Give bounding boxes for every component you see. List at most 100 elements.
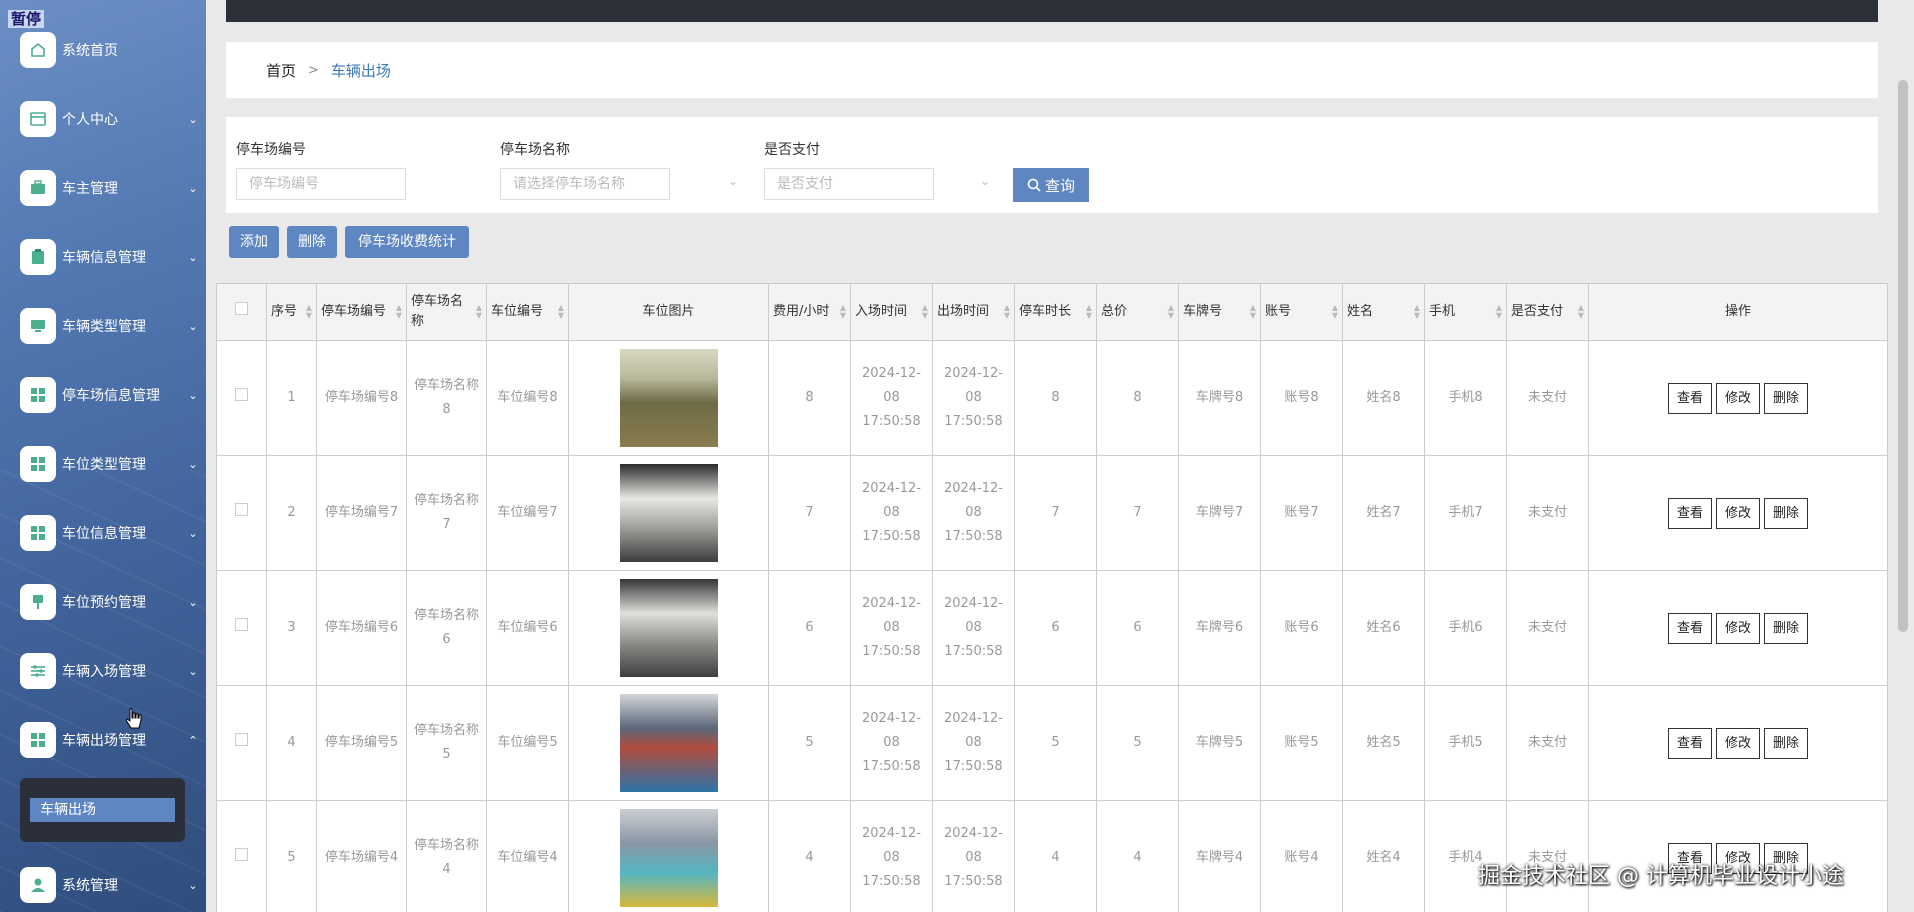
column-header[interactable]: 车位编号 ▲ ▼ [486,283,569,341]
column-header[interactable]: 手机 ▲ ▼ [1424,283,1507,341]
view-button[interactable]: 查看 [1667,727,1712,759]
parking-space-thumbnail[interactable] [619,579,718,677]
sidebar-item-5[interactable]: 停车场信息管理 ⌄ [20,375,200,415]
sort-icon[interactable]: ▲ ▼ [558,304,564,320]
edit-button[interactable]: 修改 [1715,382,1760,414]
chevron-down-icon[interactable]: ⌄ [728,174,738,188]
column-header-label: 姓名 [1347,304,1374,319]
edit-button[interactable]: 修改 [1715,727,1760,759]
row-checkbox[interactable] [235,618,248,631]
sort-icon[interactable]: ▲ ▼ [1168,304,1174,320]
breadcrumb-home[interactable]: 首页 [266,60,296,81]
edit-button[interactable]: 修改 [1715,612,1760,644]
sidebar-item-8[interactable]: 车位预约管理 ⌄ [20,582,200,622]
cell-entry: 2024-12-08 17:50:58 [850,685,933,801]
sort-icon[interactable]: ▲ ▼ [396,304,402,320]
cell-space-no: 车位编号6 [486,570,569,686]
parking-space-thumbnail[interactable] [619,464,718,562]
submenu-item-vehicle-exit[interactable]: 车辆出场 [30,798,175,822]
table-row[interactable]: 5 停车场编号4 停车场名称4 车位编号4 4 2024-12-08 17:50:58 20… [216,800,1888,912]
cell-lot-no: 停车场编号8 [316,340,407,456]
cell-idx: 5 [266,800,317,912]
parking-space-image-cell [568,685,769,801]
column-header[interactable]: 费用/小时 ▲ ▼ [768,283,851,341]
column-header[interactable]: 是否支付 ▲ ▼ [1506,283,1589,341]
column-header[interactable]: 总价 ▲ ▼ [1096,283,1179,341]
cell-account: 账号8 [1260,340,1343,456]
sort-icon[interactable]: ▲ ▼ [922,304,928,320]
view-button[interactable]: 查看 [1667,497,1712,529]
cell-plate: 车牌号6 [1178,570,1261,686]
lot-name-select[interactable] [500,168,670,200]
sidebar-item-10[interactable]: 车辆出场管理 ⌃ [20,720,200,760]
row-select-cell [216,455,267,571]
lot-no-input[interactable] [236,168,406,200]
sliders-icon [20,653,56,689]
sort-icon[interactable]: ▲ ▼ [1578,304,1584,320]
cell-entry: 2024-12-08 17:50:58 [850,455,933,571]
cell-space-no: 车位编号4 [486,800,569,912]
sidebar-item-7[interactable]: 车位信息管理 ⌄ [20,513,200,553]
sort-icon[interactable]: ▲ ▼ [1086,304,1092,320]
paid-select[interactable] [764,168,934,200]
cell-total: 8 [1096,340,1179,456]
table-row[interactable]: 4 停车场编号5 停车场名称5 车位编号5 5 2024-12-08 17:50:58 20… [216,685,1888,801]
sort-icon[interactable]: ▲ ▼ [306,304,312,320]
column-header[interactable]: 停车时长 ▲ ▼ [1014,283,1097,341]
table-row[interactable]: 1 停车场编号8 停车场名称8 车位编号8 8 2024-12-08 17:50:58 20… [216,340,1888,456]
sidebar-item-1[interactable]: 个人中心 ⌄ [20,99,200,139]
sort-icon[interactable]: ▲ ▼ [1004,304,1010,320]
column-header[interactable]: 账号 ▲ ▼ [1260,283,1343,341]
cell-lot-name: 停车场名称7 [406,455,487,571]
sort-icon[interactable]: ▲ ▼ [1332,304,1338,320]
row-checkbox[interactable] [235,503,248,516]
search-button[interactable]: 查询 [1013,168,1089,202]
row-checkbox[interactable] [235,388,248,401]
chevron-down-icon: ⌄ [188,878,198,892]
column-header[interactable]: 车牌号 ▲ ▼ [1178,283,1261,341]
cell-fee: 6 [768,570,851,686]
row-delete-button[interactable]: 删除 [1764,612,1809,644]
sort-icon[interactable]: ▲ ▼ [1250,304,1256,320]
delete-button[interactable]: 删除 [287,226,337,258]
column-header[interactable]: 姓名 ▲ ▼ [1342,283,1425,341]
edit-button[interactable]: 修改 [1715,497,1760,529]
sort-icon[interactable]: ▲ ▼ [1414,304,1420,320]
sidebar-item-11[interactable]: 系统管理 ⌄ [20,865,200,905]
column-header[interactable]: 序号 ▲ ▼ [266,283,317,341]
table-row[interactable]: 3 停车场编号6 停车场名称6 车位编号6 6 2024-12-08 17:50:58 20… [216,570,1888,686]
sidebar-item-4[interactable]: 车辆类型管理 ⌄ [20,306,200,346]
sidebar-item-9[interactable]: 车辆入场管理 ⌄ [20,651,200,691]
column-header[interactable]: 入场时间 ▲ ▼ [850,283,933,341]
fee-stats-button[interactable]: 停车场收费统计 [345,226,469,258]
sidebar-item-2[interactable]: 车主管理 ⌄ [20,168,200,208]
row-delete-button[interactable]: 删除 [1764,727,1809,759]
column-header-label: 车位图片 [642,304,695,319]
column-header[interactable]: 停车场编号 ▲ ▼ [316,283,407,341]
sidebar-item-6[interactable]: 车位类型管理 ⌄ [20,444,200,484]
cell-paid: 未支付 [1506,455,1589,571]
select-all-checkbox[interactable] [235,302,248,315]
parking-space-thumbnail[interactable] [619,809,718,907]
sidebar-item-3[interactable]: 车辆信息管理 ⌄ [20,237,200,277]
table-row[interactable]: 2 停车场编号7 停车场名称7 车位编号7 7 2024-12-08 17:50:58 20… [216,455,1888,571]
sidebar-item-0[interactable]: 系统首页 [20,30,200,70]
sort-icon[interactable]: ▲ ▼ [476,304,482,320]
page-scrollbar[interactable] [1898,80,1908,632]
column-header[interactable]: 出场时间 ▲ ▼ [932,283,1015,341]
chevron-down-icon[interactable]: ⌄ [980,174,990,188]
row-delete-button[interactable]: 删除 [1764,497,1809,529]
sort-icon[interactable]: ▲ ▼ [1496,304,1502,320]
parking-space-thumbnail[interactable] [619,694,718,792]
column-header[interactable]: 停车场名称 ▲ ▼ [406,283,487,341]
sort-icon[interactable]: ▲ ▼ [840,304,846,320]
row-checkbox[interactable] [235,733,248,746]
row-delete-button[interactable]: 删除 [1764,382,1809,414]
view-button[interactable]: 查看 [1667,612,1712,644]
parking-space-thumbnail[interactable] [619,349,718,447]
view-button[interactable]: 查看 [1667,382,1712,414]
sidebar-item-label: 车位信息管理 [62,526,146,542]
row-checkbox[interactable] [235,848,248,861]
cell-entry: 2024-12-08 17:50:58 [850,340,933,456]
add-button[interactable]: 添加 [229,226,279,258]
